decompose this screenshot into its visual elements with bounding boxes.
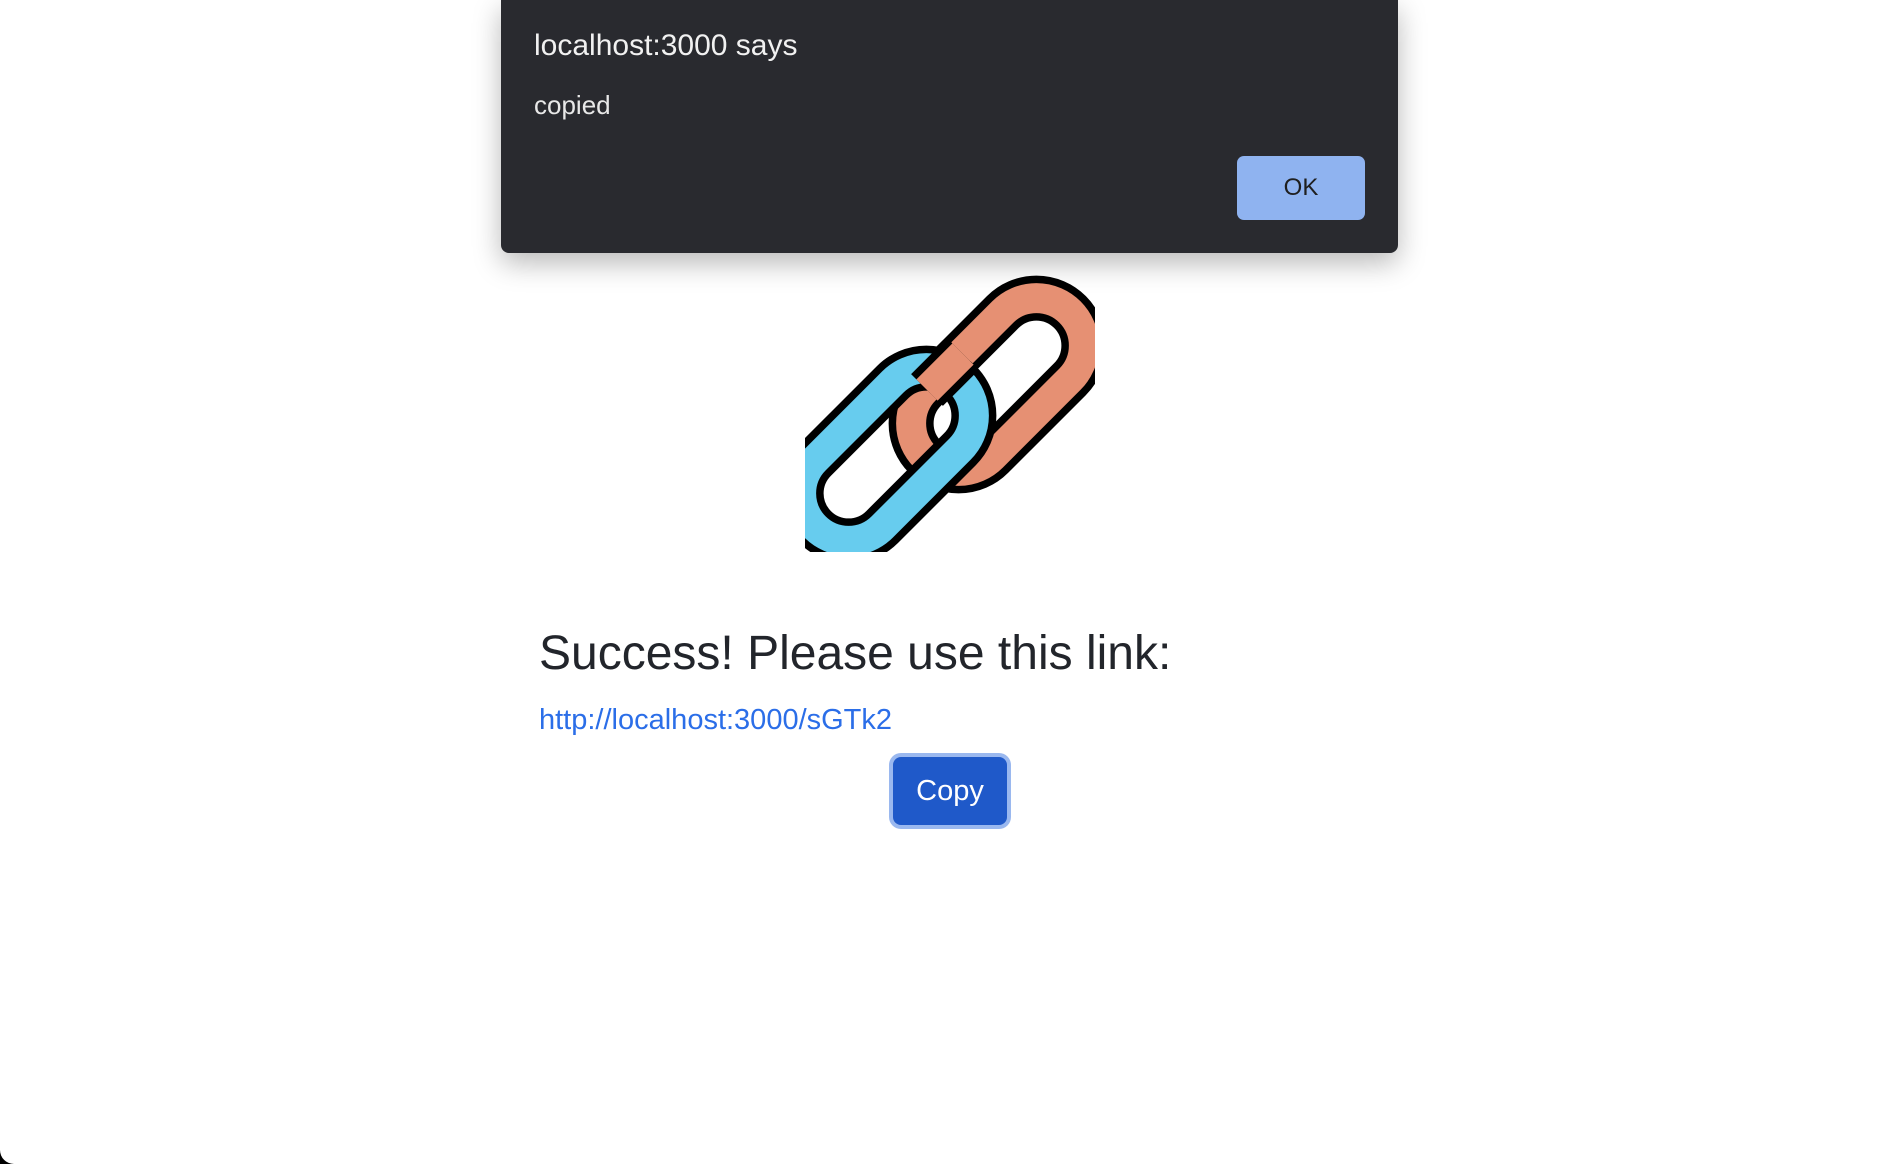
copy-button[interactable]: Copy bbox=[893, 757, 1007, 825]
alert-dialog: localhost:3000 says copied OK bbox=[501, 0, 1398, 253]
dialog-title: localhost:3000 says bbox=[534, 29, 798, 62]
success-heading: Success! Please use this link: bbox=[539, 627, 1172, 680]
short-link[interactable]: http://localhost:3000/sGTk2 bbox=[539, 702, 892, 738]
dialog-message: copied bbox=[534, 90, 611, 120]
ok-button[interactable]: OK bbox=[1237, 156, 1365, 220]
window-corner bbox=[0, 1150, 14, 1164]
chain-link-icon bbox=[805, 275, 1095, 552]
